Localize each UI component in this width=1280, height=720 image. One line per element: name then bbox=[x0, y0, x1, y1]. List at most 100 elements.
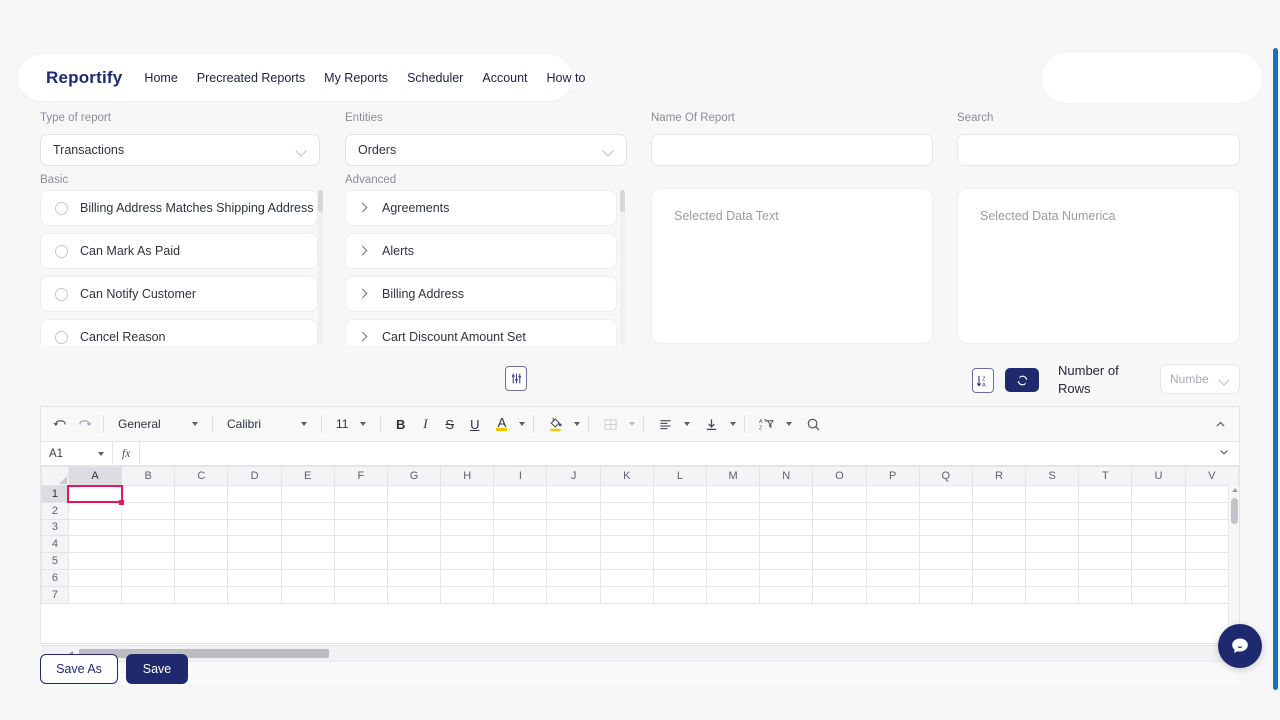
cell-M3[interactable] bbox=[707, 519, 760, 536]
cell-D6[interactable] bbox=[228, 569, 281, 586]
cell-F5[interactable] bbox=[334, 553, 387, 570]
cell-U6[interactable] bbox=[1132, 569, 1185, 586]
row-header-5[interactable]: 5 bbox=[42, 553, 69, 570]
cell-H5[interactable] bbox=[441, 553, 494, 570]
cell-T4[interactable] bbox=[1079, 536, 1132, 553]
chevron-right-icon[interactable] bbox=[358, 288, 370, 300]
cell-E6[interactable] bbox=[281, 569, 334, 586]
cell-D3[interactable] bbox=[228, 519, 281, 536]
cell-G1[interactable] bbox=[387, 486, 440, 503]
column-header-H[interactable]: H bbox=[441, 467, 494, 486]
caret-down-icon[interactable] bbox=[786, 422, 792, 426]
cell-D5[interactable] bbox=[228, 553, 281, 570]
number-format-select[interactable]: General bbox=[112, 412, 204, 436]
cell-S1[interactable] bbox=[1026, 486, 1079, 503]
cell-M6[interactable] bbox=[707, 569, 760, 586]
cell-L1[interactable] bbox=[653, 486, 706, 503]
spreadsheet-grid[interactable]: ABCDEFGHIJKLMNOPQRSTUV 1234567 bbox=[41, 466, 1239, 604]
brand-logo[interactable]: Reportify bbox=[46, 68, 122, 88]
cell-Q6[interactable] bbox=[919, 569, 972, 586]
formula-expand-button[interactable] bbox=[1209, 446, 1239, 461]
cell-O7[interactable] bbox=[813, 586, 866, 603]
cell-F4[interactable] bbox=[334, 536, 387, 553]
cell-Q7[interactable] bbox=[919, 586, 972, 603]
cell-M5[interactable] bbox=[707, 553, 760, 570]
vertical-align-button[interactable] bbox=[692, 412, 721, 436]
cell-U7[interactable] bbox=[1132, 586, 1185, 603]
cell-B5[interactable] bbox=[122, 553, 175, 570]
refresh-button[interactable] bbox=[1005, 368, 1039, 392]
nav-link-account[interactable]: Account bbox=[482, 71, 527, 85]
cell-L5[interactable] bbox=[653, 553, 706, 570]
cell-G4[interactable] bbox=[387, 536, 440, 553]
sort-button[interactable]: Z A bbox=[972, 368, 994, 393]
cell-Q4[interactable] bbox=[919, 536, 972, 553]
cell-R3[interactable] bbox=[972, 519, 1025, 536]
caret-down-icon[interactable] bbox=[629, 422, 635, 426]
italic-button[interactable]: I bbox=[414, 412, 436, 436]
formula-input[interactable] bbox=[139, 442, 1209, 465]
type-of-report-select[interactable]: Transactions bbox=[40, 134, 320, 166]
cell-M4[interactable] bbox=[707, 536, 760, 553]
nav-link-how-to[interactable]: How to bbox=[547, 71, 586, 85]
cell-E1[interactable] bbox=[281, 486, 334, 503]
list-item[interactable]: Can Notify Customer bbox=[40, 276, 318, 312]
cell-M2[interactable] bbox=[707, 502, 760, 519]
cell-D2[interactable] bbox=[228, 502, 281, 519]
cell-K6[interactable] bbox=[600, 569, 653, 586]
cell-N6[interactable] bbox=[760, 569, 813, 586]
column-header-B[interactable]: B bbox=[122, 467, 175, 486]
cell-R4[interactable] bbox=[972, 536, 1025, 553]
chevron-right-icon[interactable] bbox=[358, 202, 370, 214]
cell-T5[interactable] bbox=[1079, 553, 1132, 570]
list-item[interactable]: Agreements bbox=[345, 190, 617, 226]
cell-C1[interactable] bbox=[175, 486, 228, 503]
save-button[interactable]: Save bbox=[126, 654, 188, 684]
cell-A4[interactable] bbox=[68, 536, 121, 553]
cell-T3[interactable] bbox=[1079, 519, 1132, 536]
cell-I5[interactable] bbox=[494, 553, 547, 570]
row-header-7[interactable]: 7 bbox=[42, 586, 69, 603]
caret-down-icon[interactable] bbox=[684, 422, 690, 426]
list-item[interactable]: Cart Discount Amount Set bbox=[345, 319, 617, 345]
font-family-select[interactable]: Calibri bbox=[221, 412, 313, 436]
list-item[interactable]: Can Mark As Paid bbox=[40, 233, 318, 269]
cell-I7[interactable] bbox=[494, 586, 547, 603]
cell-O2[interactable] bbox=[813, 502, 866, 519]
cell-H1[interactable] bbox=[441, 486, 494, 503]
cell-I3[interactable] bbox=[494, 519, 547, 536]
nav-link-my-reports[interactable]: My Reports bbox=[324, 71, 388, 85]
caret-down-icon[interactable] bbox=[574, 422, 580, 426]
cell-O1[interactable] bbox=[813, 486, 866, 503]
list-item[interactable]: Alerts bbox=[345, 233, 617, 269]
row-header-1[interactable]: 1 bbox=[42, 486, 69, 503]
caret-down-icon[interactable] bbox=[730, 422, 736, 426]
cell-H3[interactable] bbox=[441, 519, 494, 536]
cell-N7[interactable] bbox=[760, 586, 813, 603]
cell-K4[interactable] bbox=[600, 536, 653, 553]
save-as-button[interactable]: Save As bbox=[40, 654, 118, 684]
cell-C5[interactable] bbox=[175, 553, 228, 570]
cell-L4[interactable] bbox=[653, 536, 706, 553]
column-header-S[interactable]: S bbox=[1026, 467, 1079, 486]
find-button[interactable] bbox=[794, 412, 827, 436]
cell-J4[interactable] bbox=[547, 536, 600, 553]
cell-A3[interactable] bbox=[68, 519, 121, 536]
underline-button[interactable]: U bbox=[463, 412, 486, 436]
caret-down-icon[interactable] bbox=[519, 422, 525, 426]
column-header-T[interactable]: T bbox=[1079, 467, 1132, 486]
cell-R5[interactable] bbox=[972, 553, 1025, 570]
column-header-V[interactable]: V bbox=[1185, 467, 1238, 486]
cell-U3[interactable] bbox=[1132, 519, 1185, 536]
cell-A7[interactable] bbox=[68, 586, 121, 603]
cell-F7[interactable] bbox=[334, 586, 387, 603]
list-item[interactable]: Cancel Reason bbox=[40, 319, 318, 345]
cell-N1[interactable] bbox=[760, 486, 813, 503]
basic-list-scrollbar[interactable] bbox=[318, 190, 323, 212]
cell-E2[interactable] bbox=[281, 502, 334, 519]
cell-K5[interactable] bbox=[600, 553, 653, 570]
caret-down-icon[interactable] bbox=[98, 452, 104, 456]
cell-P2[interactable] bbox=[866, 502, 919, 519]
cell-M7[interactable] bbox=[707, 586, 760, 603]
search-input[interactable] bbox=[957, 134, 1240, 166]
